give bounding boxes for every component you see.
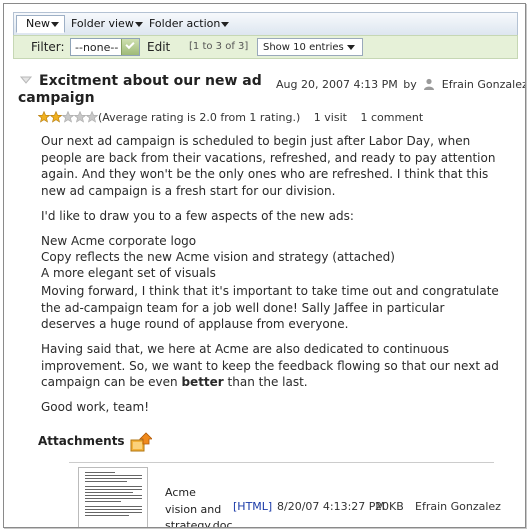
star-filled-icon[interactable]: [38, 111, 50, 123]
rating-text: (Average rating is 2.0 from 1 rating.): [98, 111, 301, 124]
paragraph-1: Our next ad campaign is scheduled to beg…: [41, 134, 496, 198]
paragraph-2: I'd like to draw you to a few aspects of…: [41, 209, 354, 223]
star-empty-icon[interactable]: [86, 111, 98, 123]
filter-bar: Filter: --none-- Edit [1 to 3 of 3] Show…: [13, 35, 518, 59]
visit-count: 1 visit: [313, 111, 347, 124]
folder-action-menu-label: Folder action: [149, 17, 221, 30]
chevron-down-icon: [346, 44, 355, 50]
folder-window: New Folder view Folder action Filter: --…: [3, 3, 526, 528]
star-empty-icon[interactable]: [62, 111, 74, 123]
folder-view-menu[interactable]: Folder view: [71, 17, 143, 30]
dropdown-check-icon[interactable]: [121, 39, 139, 55]
chevron-down-icon: [51, 21, 59, 27]
post-title[interactable]: Excitment about our new ad campaign: [18, 73, 268, 107]
paragraph-5: Having said that, we here at Acme are al…: [41, 341, 501, 391]
attachment-author: Efrain Gonzalez: [415, 500, 501, 513]
paragraph-4: Moving forward, I think that it's import…: [41, 284, 499, 332]
star-empty-icon[interactable]: [74, 111, 86, 123]
filter-select[interactable]: --none--: [70, 38, 140, 56]
attachment-size: 20KB: [375, 500, 404, 513]
post-date: Aug 20, 2007 4:13 PM: [276, 78, 398, 91]
paragraph-5-bold: better: [181, 375, 224, 390]
post-by-label: by: [403, 78, 417, 91]
list-item: New Acme corporate logo: [41, 234, 197, 248]
show-entries-dropdown[interactable]: Show 10 entries: [257, 38, 363, 56]
paragraph-6: Good work, team!: [41, 400, 150, 414]
attachments-heading: Attachments: [38, 434, 125, 448]
attachments-divider: [69, 462, 494, 463]
attachment-filename[interactable]: Acme vision and strategy.doc: [165, 485, 233, 527]
attachment-folder-icon[interactable]: [130, 431, 152, 453]
post-meta: Aug 20, 2007 4:13 PM by Efrain Gonzalez: [276, 78, 525, 91]
paragraph-5-tail: than the last.: [223, 375, 308, 390]
show-entries-label: Show 10 entries: [263, 42, 344, 53]
attachment-html-link[interactable]: [HTML]: [233, 500, 272, 513]
folder-view-menu-label: Folder view: [71, 17, 134, 30]
post-author[interactable]: Efrain Gonzalez: [442, 78, 525, 91]
filter-selected-value: --none--: [75, 41, 119, 54]
list-item: Copy reflects the new Acme vision and st…: [41, 250, 395, 264]
chevron-down-icon: [134, 21, 143, 27]
attachment-date: 8/20/07 4:13:27 PM: [277, 500, 385, 513]
star-filled-icon[interactable]: [50, 111, 62, 123]
rating-stars[interactable]: [38, 111, 98, 124]
user-icon: [424, 78, 435, 90]
comment-count-link[interactable]: 1 comment: [360, 111, 423, 124]
entry-count: [1 to 3 of 3]: [189, 41, 249, 52]
chevron-down-icon: [221, 21, 230, 27]
menu-bar: New Folder view Folder action: [13, 12, 518, 36]
new-menu-label: New: [26, 17, 50, 30]
rating-row: (Average rating is 2.0 from 1 rating.) 1…: [38, 111, 423, 124]
folder-action-menu[interactable]: Folder action: [149, 17, 230, 30]
filter-edit-link[interactable]: Edit: [147, 40, 170, 54]
new-menu[interactable]: New: [16, 15, 65, 33]
list-item: A more elegant set of visuals: [41, 266, 216, 280]
filter-label: Filter:: [31, 40, 65, 54]
attachment-thumbnail[interactable]: [78, 467, 148, 527]
